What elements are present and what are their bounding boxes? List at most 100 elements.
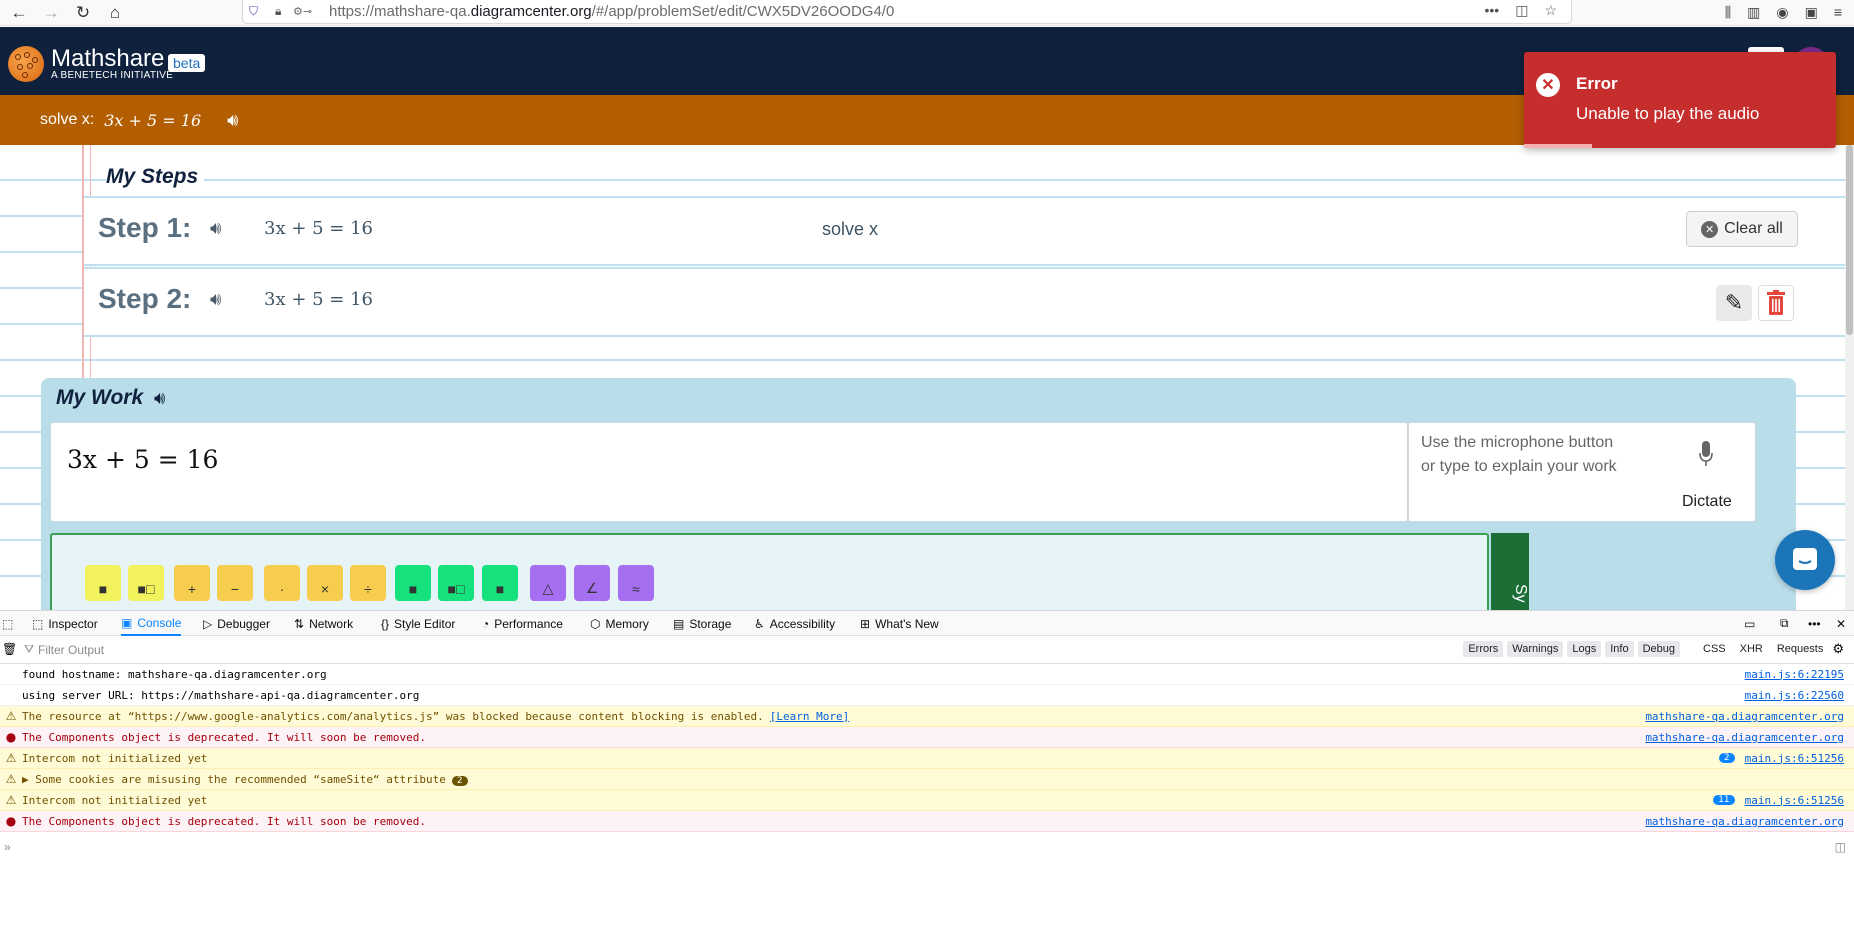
back-icon[interactable]: ←	[6, 2, 32, 24]
lock-icon[interactable]: 🔒︎	[275, 4, 293, 19]
tab-console[interactable]: ▣ Console	[121, 611, 182, 636]
source-link[interactable]: mathshare-qa.diagramcenter.org	[1645, 710, 1844, 723]
sidebar-icon[interactable]: ▥	[1747, 4, 1760, 21]
tab-accessibility[interactable]: ♿︎ Accessibility	[754, 611, 835, 636]
home-icon[interactable]: ⌂	[102, 2, 128, 24]
filter-warnings[interactable]: Warnings	[1507, 641, 1564, 657]
url-text[interactable]: https://mathshare-qa.diagramcenter.org/#…	[329, 3, 894, 20]
console-message[interactable]: ⚠ The resource at “https://www.google-ana…	[0, 706, 1854, 727]
math-editor[interactable]: 3x + 5 = 16	[50, 422, 1408, 522]
edit-pencil-icon[interactable]: ✎	[1716, 285, 1752, 321]
bookmark-star-icon[interactable]: ☆	[1544, 2, 1557, 19]
trash-icon	[1767, 290, 1785, 315]
console-input[interactable]: » ◫	[0, 837, 1854, 859]
error-toast[interactable]: ✕ Error Unable to play the audio	[1524, 52, 1836, 148]
tracking-shield-icon[interactable]: ⛉	[249, 4, 267, 19]
braces-icon: {}	[381, 616, 390, 631]
speaker-icon[interactable]: 🔊︎	[154, 388, 165, 409]
clear-all-button[interactable]: ✕ Clear all	[1686, 211, 1798, 247]
palette-button[interactable]: ·	[264, 565, 300, 601]
trash-icon[interactable]: 🗑︎	[2, 642, 17, 656]
forward-icon[interactable]: →	[38, 2, 64, 24]
console-message[interactable]: found hostname: mathshare-qa.diagramcent…	[0, 664, 1854, 685]
filter-errors[interactable]: Errors	[1463, 641, 1504, 657]
microphone-icon[interactable]	[1699, 441, 1713, 469]
palette-button[interactable]: ■	[395, 565, 431, 601]
palette-button[interactable]: ■□	[128, 565, 164, 601]
devtools-menu-icon[interactable]: •••	[1808, 611, 1821, 636]
separate-window-icon[interactable]: ⧉	[1780, 611, 1789, 636]
account-icon[interactable]: ◉	[1776, 4, 1788, 21]
source-link[interactable]: main.js:6:51256	[1745, 794, 1844, 807]
palette-button[interactable]: −	[217, 565, 253, 601]
palette-button[interactable]: ×	[307, 565, 343, 601]
delete-step-button[interactable]	[1758, 285, 1794, 321]
filter-requests[interactable]: Requests	[1772, 641, 1828, 657]
filter-logs[interactable]: Logs	[1567, 641, 1602, 657]
tab-network[interactable]: ⇅ Network	[294, 611, 353, 636]
explanation-input[interactable]: Use the microphone button or type to exp…	[1408, 422, 1756, 522]
filter-debug[interactable]: Debug	[1637, 641, 1680, 657]
palette-button[interactable]: ■	[482, 565, 518, 601]
tab-style-editor[interactable]: {} Style Editor	[381, 611, 455, 636]
screen: ← → ↻ ⌂ ⛉ 🔒︎ ⚙⊸ https://mathshare-qa.dia…	[0, 0, 1854, 929]
step-label: Step 1:	[98, 212, 192, 243]
brand-name[interactable]: Mathshare	[51, 45, 164, 73]
palette-button[interactable]: ≈	[618, 565, 654, 601]
palette-button[interactable]: ■	[85, 565, 121, 601]
speaker-icon[interactable]: 🔊︎	[210, 289, 221, 310]
tab-debugger[interactable]: ▷ Debugger	[203, 611, 270, 636]
learn-more-link[interactable]: [Learn More]	[770, 710, 849, 723]
source-link[interactable]: mathshare-qa.diagramcenter.org	[1645, 731, 1844, 744]
menu-icon[interactable]: ≡	[1834, 4, 1842, 20]
scrollbar-thumb[interactable]	[1846, 145, 1853, 335]
console-message[interactable]: ⚠ ▶ Some cookies are misusing the recomme…	[0, 769, 1854, 790]
library-icon[interactable]: ⫼	[1725, 4, 1731, 21]
tab-whats-new[interactable]: ⊞ What's New	[860, 611, 939, 636]
filter-input[interactable]: Filter Output	[38, 643, 104, 657]
filter-info[interactable]: Info	[1605, 641, 1634, 657]
settings-gear-icon[interactable]: ⚙	[1832, 641, 1844, 657]
console-message[interactable]: ⚠ Intercom not initialized yet 11 main.js:6…	[0, 790, 1854, 811]
error-icon: ✕	[1536, 73, 1560, 97]
tab-performance[interactable]: ◔ Performance	[482, 611, 563, 636]
mathshare-logo-icon[interactable]	[8, 46, 44, 82]
dock-icon[interactable]: ▭	[1744, 611, 1755, 636]
source-link[interactable]: main.js:6:22195	[1745, 668, 1844, 681]
console-message[interactable]: ● The Components object is deprecated. It…	[0, 727, 1854, 748]
speaker-icon[interactable]: 🔊︎	[227, 110, 238, 131]
tab-storage[interactable]: ▤ Storage	[673, 611, 731, 636]
pocket-icon[interactable]: ◫	[1515, 2, 1528, 19]
page-actions-icon[interactable]: •••	[1484, 2, 1499, 19]
filter-css[interactable]: CSS	[1698, 641, 1731, 657]
address-bar[interactable]: ⛉ 🔒︎ ⚙⊸ https://mathshare-qa.diagramcent…	[242, 0, 1572, 24]
palette-button[interactable]: +	[174, 565, 210, 601]
console-message[interactable]: ⚠ Intercom not initialized yet 2 main.js:6:…	[0, 748, 1854, 769]
filter-xhr[interactable]: XHR	[1735, 641, 1768, 657]
intercom-chat-button[interactable]	[1775, 530, 1835, 590]
console-icon: ▣	[121, 615, 133, 630]
split-console-icon[interactable]: ◫	[1835, 840, 1846, 854]
palette-button[interactable]: ■□	[438, 565, 474, 601]
dictate-button[interactable]: Dictate	[1682, 493, 1732, 511]
symbols-tab[interactable]: Sy	[1491, 533, 1529, 610]
source-link[interactable]: main.js:6:22560	[1745, 689, 1844, 702]
palette-button[interactable]: ÷	[350, 565, 386, 601]
console-message[interactable]: using server URL: https://mathshare-api-…	[0, 685, 1854, 706]
console-message[interactable]: ● The Components object is deprecated. It…	[0, 811, 1854, 832]
palette-button[interactable]: △	[530, 565, 566, 601]
speaker-icon[interactable]: 🔊︎	[210, 218, 221, 239]
extension-icon[interactable]: ▣	[1805, 4, 1818, 21]
work-equation[interactable]: 3x + 5 = 16	[67, 445, 218, 474]
tab-memory[interactable]: ⬡ Memory	[590, 611, 649, 636]
source-link[interactable]: mathshare-qa.diagramcenter.org	[1645, 815, 1844, 828]
close-icon[interactable]: ✕	[1836, 611, 1846, 636]
element-picker-icon[interactable]: ⬚	[2, 611, 13, 636]
page-scrollbar[interactable]	[1845, 145, 1854, 610]
reload-icon[interactable]: ↻	[70, 2, 96, 24]
palette-button[interactable]: ∠	[574, 565, 610, 601]
source-link[interactable]: main.js:6:51256	[1745, 752, 1844, 765]
console-message-text: The Components object is deprecated. It …	[22, 815, 1645, 828]
permissions-icon[interactable]: ⚙⊸	[293, 5, 323, 18]
tab-inspector[interactable]: ⬚ Inspector	[32, 611, 98, 636]
